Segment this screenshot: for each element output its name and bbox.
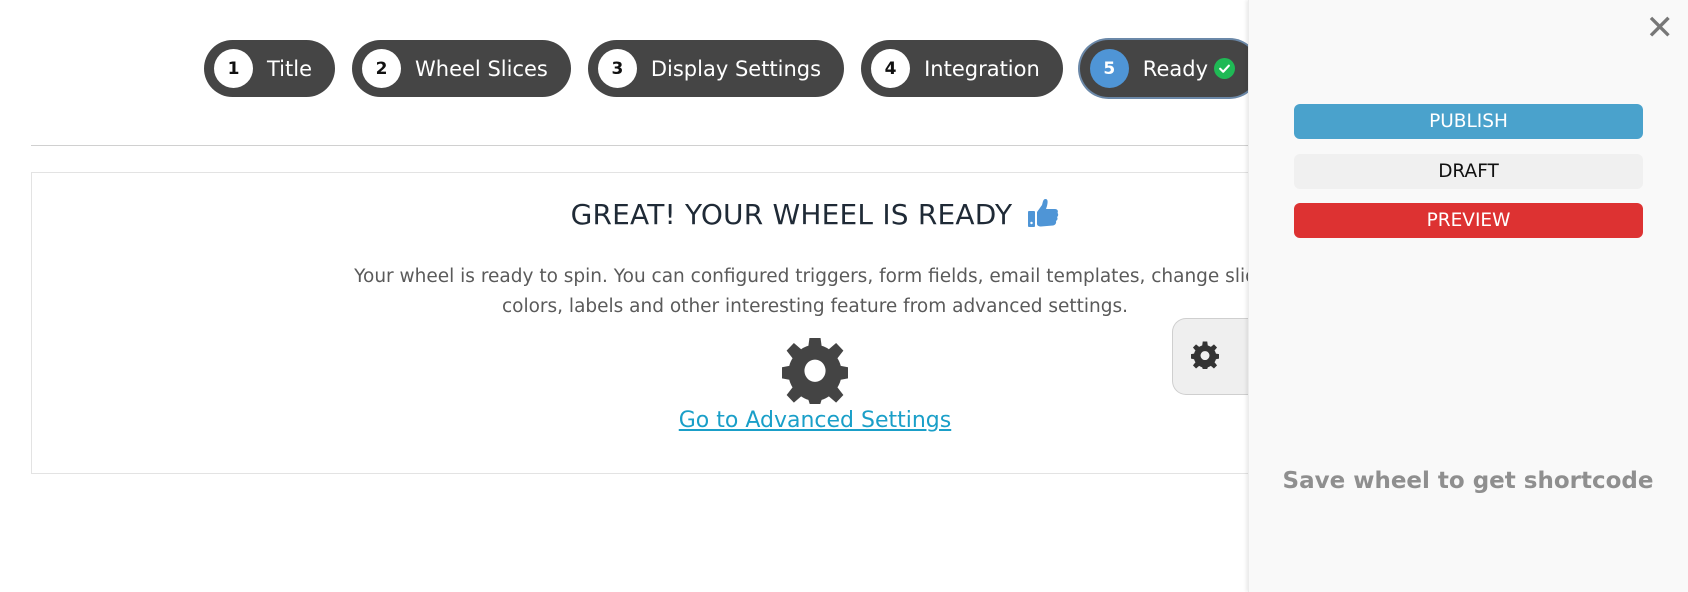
wizard-steps: 1 Title 2 Wheel Slices 3 Display Setting… — [204, 40, 1361, 97]
step-label: Integration — [924, 56, 1040, 81]
step-number: 2 — [362, 49, 402, 88]
step-label: Title — [267, 56, 313, 81]
step-number: 5 — [1089, 49, 1129, 88]
gear-icon — [1190, 341, 1219, 373]
step-title[interactable]: 1 Title — [204, 40, 336, 97]
step-integration[interactable]: 4 Integration — [861, 40, 1063, 97]
shortcode-message: Save wheel to get shortcode — [1282, 468, 1654, 494]
step-label: Display Settings — [650, 56, 822, 81]
headline-text: GREAT! YOUR WHEEL IS READY — [570, 198, 1013, 231]
publish-panel: ✕ PUBLISH DRAFT PREVIEW Save wheel to ge… — [1248, 0, 1688, 592]
close-icon[interactable]: ✕ — [1646, 8, 1675, 48]
step-label: Ready — [1142, 56, 1208, 81]
step-ready[interactable]: 5 Ready — [1079, 40, 1258, 97]
ready-description: Your wheel is ready to spin. You can con… — [354, 266, 1276, 317]
gear-icon — [782, 336, 848, 404]
step-wheel-slices[interactable]: 2 Wheel Slices — [352, 40, 571, 97]
step-number: 1 — [214, 49, 253, 88]
publish-button[interactable]: PUBLISH — [1294, 104, 1643, 139]
preview-button[interactable]: PREVIEW — [1294, 203, 1643, 238]
thumbs-up-icon — [1027, 198, 1059, 235]
wheel-wizard: 1 Title 2 Wheel Slices 3 Display Setting… — [0, 0, 1688, 592]
divider — [31, 145, 1291, 146]
step-label: Wheel Slices — [415, 56, 548, 81]
check-circle-icon — [1214, 58, 1235, 79]
step-number: 3 — [597, 49, 637, 88]
draft-button[interactable]: DRAFT — [1294, 154, 1643, 189]
step-number: 4 — [871, 49, 911, 88]
step-display-settings[interactable]: 3 Display Settings — [587, 40, 845, 97]
